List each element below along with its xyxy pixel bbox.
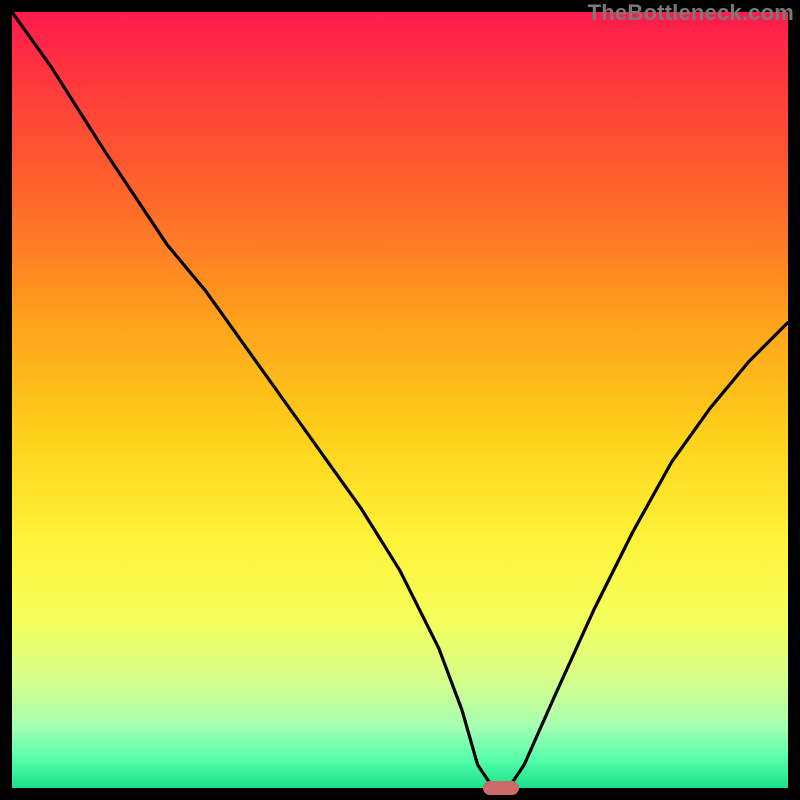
- watermark-text: TheBottleneck.com: [588, 0, 794, 26]
- chart-background-gradient: [12, 12, 788, 788]
- optimal-point-marker: [483, 781, 519, 795]
- chart-frame: TheBottleneck.com: [0, 0, 800, 800]
